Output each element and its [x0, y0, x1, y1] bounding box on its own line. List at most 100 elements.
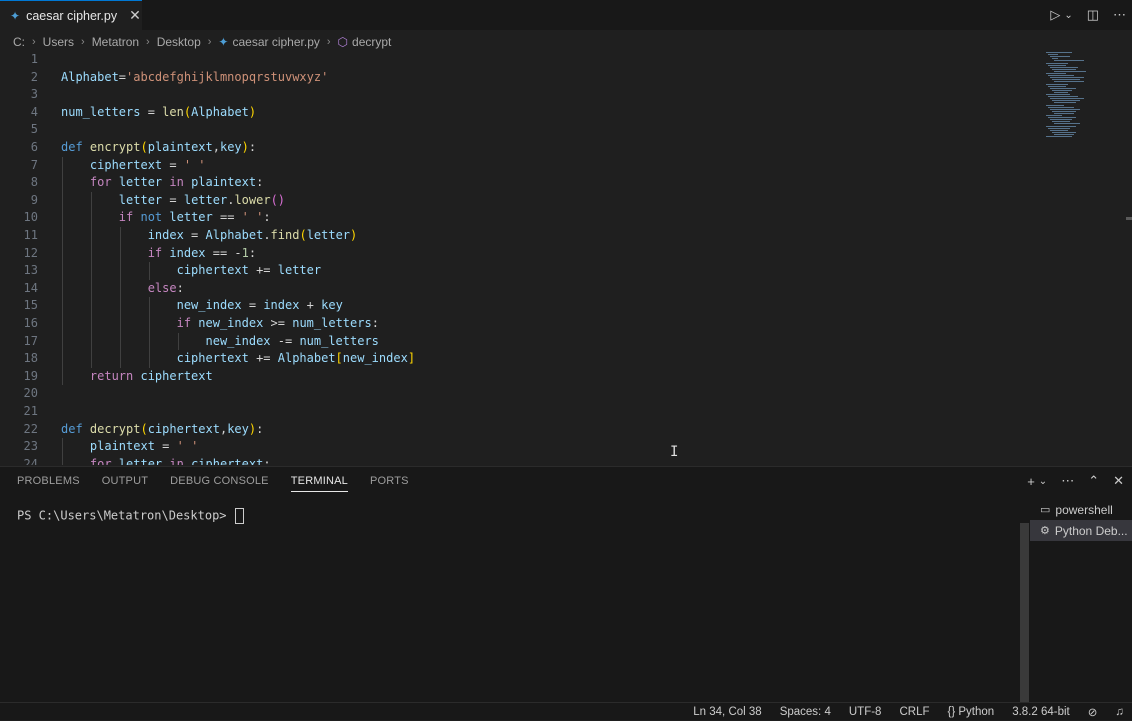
breadcrumb-item-drive[interactable]: C:: [13, 35, 25, 49]
minimap-line: [1046, 115, 1062, 116]
code-text: return ciphertext: [61, 368, 213, 386]
code-token: Alphabet: [205, 228, 264, 242]
line-number: 22: [23, 421, 38, 436]
code-token: new_index: [342, 351, 408, 366]
code-token: (: [140, 140, 148, 154]
cursor-position[interactable]: Ln 34, Col 38: [693, 706, 761, 718]
line-number: 11: [23, 228, 38, 242]
notifications-bell-icon[interactable]: ♫: [1115, 706, 1124, 718]
code-token: ciphertext: [191, 456, 264, 465]
terminal-scrollbar[interactable]: [1020, 523, 1029, 703]
code-token: (: [140, 421, 148, 436]
language-mode[interactable]: {} Python: [947, 706, 994, 718]
python-interpreter[interactable]: 3.8.2 64-bit: [1012, 706, 1070, 718]
editor-actions: ▷ ⌄ ◫ ⋯: [1050, 0, 1126, 30]
tab-terminal[interactable]: TERMINAL: [290, 475, 348, 492]
terminal-item-label: Python Deb...: [1054, 523, 1128, 538]
code-text: if new_index >= num_letters:: [61, 315, 379, 333]
code-token: :: [371, 316, 379, 330]
breadcrumb-item-file[interactable]: caesar cipher.py: [232, 35, 319, 49]
code-token: in: [162, 456, 192, 465]
tab-debug-console[interactable]: DEBUG CONSOLE: [170, 475, 269, 492]
code-token: for: [89, 175, 119, 190]
code-line: 8 for letter in plaintext:: [0, 174, 1000, 192]
line-number: 7: [30, 157, 38, 172]
breadcrumb-item-desktop[interactable]: Desktop: [157, 35, 201, 49]
split-editor-icon[interactable]: ◫: [1087, 7, 1099, 23]
code-line: 15 new_index = index + key: [0, 297, 1000, 315]
minimap-line: [1048, 117, 1076, 119]
chevron-down-icon[interactable]: ⌄: [1064, 10, 1072, 21]
code-line: 10 if not letter == ' ':: [0, 209, 1000, 227]
chevron-down-icon[interactable]: ⌄: [1039, 476, 1047, 487]
code-line: 21: [0, 403, 1000, 421]
line-number: 16: [23, 316, 38, 330]
close-panel-icon[interactable]: ✕: [1113, 473, 1124, 489]
code-text: ciphertext = ' ': [61, 157, 206, 175]
code-line: 24 for letter in ciphertext:: [0, 455, 1000, 465]
code-editor[interactable]: 1 2 Alphabet='abcdefghijklmnopqrstuvwxyz' 3…: [0, 52, 1132, 465]
code-token: key: [321, 298, 343, 313]
line-number: 8: [30, 175, 38, 190]
code-token: =: [140, 104, 163, 119]
minimap-line: [1054, 133, 1074, 135]
code-line: 13 ciphertext += letter: [0, 262, 1000, 280]
close-icon[interactable]: ✕: [129, 7, 141, 24]
line-number: 3: [30, 87, 38, 102]
copilot-icon[interactable]: ⊘: [1088, 705, 1098, 719]
code-token: ' ': [183, 157, 206, 172]
code-token: Alphabet: [277, 351, 336, 366]
terminal-output[interactable]: PS C:\Users\Metatron\Desktop>: [17, 508, 244, 524]
run-icon[interactable]: ▷: [1050, 7, 1060, 23]
scrollbar-marker[interactable]: [1126, 217, 1132, 220]
python-file-icon: ✦: [10, 8, 21, 23]
code-token: num_letters: [299, 333, 379, 348]
tab-output[interactable]: OUTPUT: [102, 475, 148, 492]
indentation-setting[interactable]: Spaces: 4: [780, 706, 831, 718]
terminal-list: ▭ powershell ⚙ Python Deb...: [1030, 499, 1132, 541]
breadcrumb-item-symbol[interactable]: decrypt: [352, 35, 391, 49]
code-token: :: [263, 456, 271, 465]
more-actions-icon[interactable]: ⋯: [1061, 473, 1074, 489]
more-actions-icon[interactable]: ⋯: [1113, 7, 1126, 23]
code-token: [: [335, 351, 343, 366]
code-line: 6 def encrypt(plaintext,key):: [0, 139, 1000, 157]
minimap-line: [1048, 96, 1078, 98]
minimap-line: [1048, 127, 1070, 129]
maximize-panel-icon[interactable]: ⌃: [1088, 473, 1099, 489]
terminal-item-powershell[interactable]: ▭ powershell: [1030, 499, 1132, 520]
chevron-right-icon: ›: [32, 36, 36, 48]
minimap[interactable]: [1042, 52, 1090, 142]
editor-tab[interactable]: ✦ caesar cipher.py ✕: [0, 0, 142, 30]
tab-problems[interactable]: PROBLEMS: [17, 475, 80, 492]
code-token: ): [248, 104, 257, 119]
new-terminal-icon[interactable]: +: [1027, 474, 1035, 489]
minimap-line: [1046, 83, 1068, 85]
eol-setting[interactable]: CRLF: [899, 706, 929, 718]
code-token: len: [162, 104, 184, 119]
breadcrumb-item-metatron[interactable]: Metatron: [92, 35, 139, 49]
code-text: def decrypt(ciphertext,key):: [61, 421, 263, 439]
chevron-right-icon: ›: [81, 36, 85, 48]
line-number: 23: [23, 439, 38, 454]
minimap-line: [1052, 68, 1076, 70]
code-token: ,: [212, 140, 220, 154]
code-token: =: [154, 439, 177, 454]
encoding-setting[interactable]: UTF-8: [849, 706, 882, 718]
tab-ports[interactable]: PORTS: [370, 475, 409, 492]
minimap-line: [1048, 64, 1066, 66]
minimap-line: [1054, 102, 1076, 104]
terminal-item-python-debug[interactable]: ⚙ Python Deb...: [1030, 520, 1132, 541]
code-token: ==: [212, 210, 242, 225]
line-number: 18: [23, 351, 38, 366]
minimap-line: [1048, 75, 1074, 77]
breadcrumb-item-users[interactable]: Users: [43, 35, 74, 49]
code-token: 'abcdefghijklmnopqrstuvwxyz': [126, 69, 329, 84]
code-token: def: [61, 140, 90, 154]
